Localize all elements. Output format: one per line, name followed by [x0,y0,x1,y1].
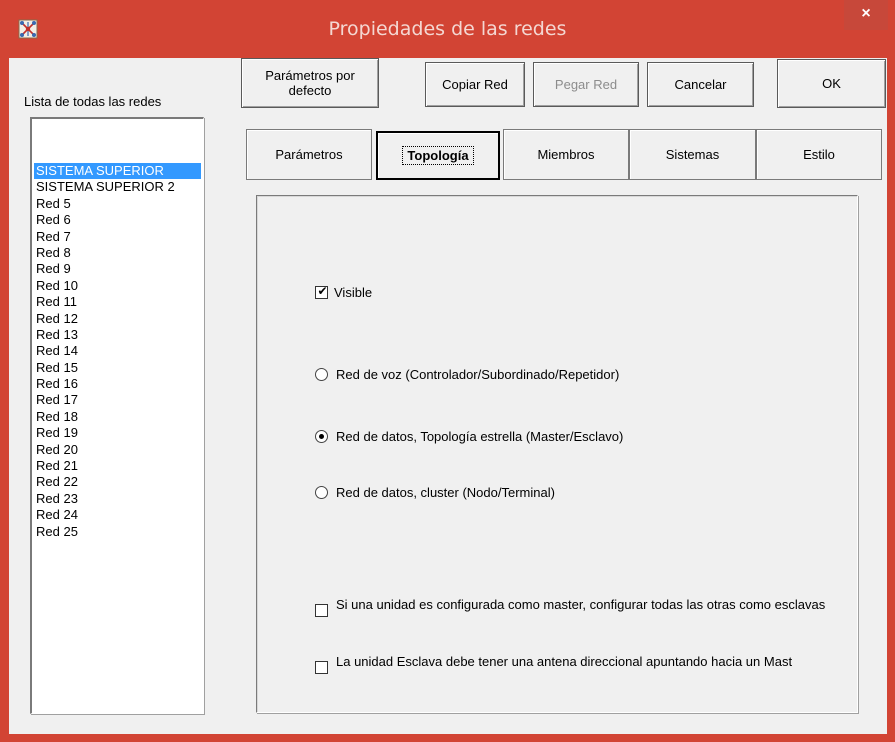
tab-parametros-label: Parámetros [275,147,343,162]
default-parameters-button[interactable]: Parámetros por defecto [241,58,379,108]
cluster-data-network-label: Red de datos, cluster (Nodo/Terminal) [336,485,555,500]
voice-network-label: Red de voz (Controlador/Subordinado/Repe… [336,367,620,382]
network-list-item[interactable]: Red 13 [34,327,201,343]
tab-topologia-label: Topología [402,146,474,165]
network-list[interactable]: SISTEMA SUPERIOR SISTEMA SUPERIOR 2 Red 5R… [30,117,204,714]
network-list-item[interactable]: Red 5 [34,196,201,212]
close-icon: × [861,5,871,22]
network-list-item[interactable]: Red 21 [34,458,201,474]
network-list-item[interactable]: Red 11 [34,294,201,310]
antenna-checkbox[interactable] [315,661,328,674]
network-list-item[interactable]: Red 23 [34,491,201,507]
cluster-data-network-radio[interactable] [315,486,328,499]
visible-label: Visible [334,285,373,300]
close-button[interactable]: × [844,0,888,30]
network-list-item[interactable]: SISTEMA SUPERIOR [34,163,201,180]
tab-estilo[interactable]: Estilo [756,129,882,180]
tab-parametros[interactable]: Parámetros [246,129,372,180]
tab-miembros-label: Miembros [537,147,595,162]
tab-sistemas-label: Sistemas [665,147,720,162]
network-list-items: SISTEMA SUPERIOR SISTEMA SUPERIOR 2 Red 5R… [34,163,201,540]
network-list-item[interactable]: Red 16 [34,376,201,392]
network-list-item[interactable]: Red 24 [34,507,201,523]
tab-estilo-label: Estilo [803,147,835,162]
cancel-label: Cancelar [674,77,727,92]
network-list-item[interactable]: Red 19 [34,425,201,441]
tab-miembros[interactable]: Miembros [503,129,629,180]
ok-button[interactable]: OK [777,59,886,108]
network-list-item[interactable]: Red 18 [34,409,201,425]
title-bar[interactable]: Propiedades de las redes × [0,0,895,58]
ok-label: OK [822,76,841,91]
network-list-item[interactable]: Red 8 [34,245,201,261]
default-parameters-label: Parámetros por defecto [265,68,355,98]
visible-checkbox[interactable]: ✔ [315,284,328,299]
master-config-label: Si una unidad es configurada como master… [336,597,826,612]
network-list-item[interactable]: Red 14 [34,343,201,359]
network-list-item[interactable]: Red 20 [34,442,201,458]
window-title: Propiedades de las redes [328,18,567,40]
network-list-label: Lista de todas las redes [24,94,162,109]
network-list-item[interactable]: Red 12 [34,311,201,327]
master-config-checkbox[interactable] [315,604,328,617]
paste-network-label: Pegar Red [554,77,618,92]
tab-sistemas[interactable]: Sistemas [629,129,756,180]
network-list-item[interactable]: Red 15 [34,360,201,376]
radio-selected-dot [319,434,324,439]
network-list-item[interactable]: Red 7 [34,229,201,245]
copy-network-button[interactable]: Copiar Red [425,62,525,107]
checkmark-icon: ✔ [317,284,328,298]
star-data-network-label: Red de datos, Topología estrella (Master… [336,429,624,444]
star-data-network-radio[interactable] [315,430,328,443]
network-list-item[interactable]: Red 6 [34,212,201,228]
antenna-label: La unidad Esclava debe tener una antena … [336,654,793,669]
tab-topologia[interactable]: Topología [376,131,500,180]
voice-network-radio[interactable] [315,368,328,381]
network-list-item[interactable]: Red 22 [34,474,201,490]
dialog-window: Propiedades de las redes × Lista de toda… [0,0,895,742]
network-list-item[interactable]: Red 17 [34,392,201,408]
network-list-item[interactable]: Red 9 [34,261,201,277]
paste-network-button[interactable]: Pegar Red [533,62,639,107]
network-list-item[interactable]: Red 10 [34,278,201,294]
topology-panel [256,195,858,713]
copy-network-label: Copiar Red [442,77,508,92]
cancel-button[interactable]: Cancelar [647,62,754,107]
network-list-item[interactable]: Red 25 [34,524,201,540]
network-list-item[interactable]: SISTEMA SUPERIOR 2 [34,179,201,195]
